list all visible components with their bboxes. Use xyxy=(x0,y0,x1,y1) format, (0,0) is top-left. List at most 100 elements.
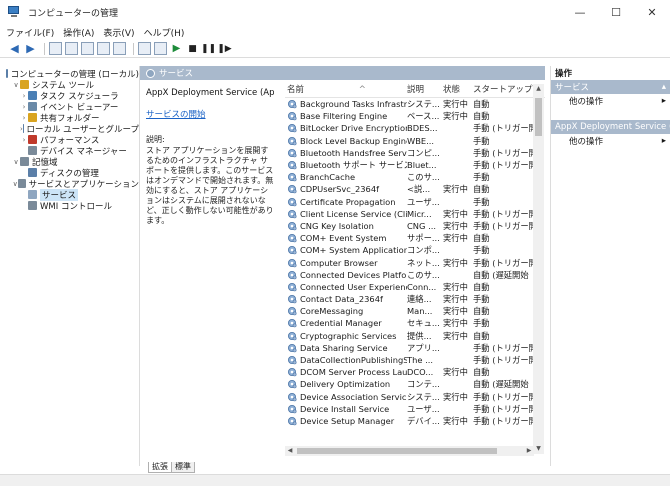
table-row[interactable]: Computer Browser ネット... 実行中 手動 (トリガー開 xyxy=(285,256,545,268)
scroll-up-icon[interactable]: ▲ xyxy=(533,84,544,94)
table-row[interactable]: COM+ System Application コンポ... 手動 xyxy=(285,244,545,256)
pause-service-icon[interactable]: ❚❚ xyxy=(201,42,216,55)
column-name[interactable]: 名前 ^ xyxy=(285,83,407,95)
export-list-icon[interactable] xyxy=(113,42,126,55)
tree-item[interactable]: › ローカル ユーザーとグループ xyxy=(0,123,139,135)
tree-item[interactable]: ∨ 記憶域 xyxy=(0,156,139,168)
tree-item[interactable]: › 共有フォルダー xyxy=(0,112,139,124)
up-folder-icon[interactable] xyxy=(49,42,62,55)
actions-group-appx[interactable]: AppX Deployment Service (... ▴ xyxy=(551,120,670,134)
table-row[interactable]: Cryptographic Services 提供... 実行中 自動 xyxy=(285,330,545,342)
tab-extended[interactable]: 拡張 xyxy=(148,462,172,473)
tree-item[interactable]: › イベント ビューアー xyxy=(0,101,139,113)
tree-item[interactable]: デバイス マネージャー xyxy=(0,145,139,157)
table-row[interactable]: CNG Key Isolation CNG ... 実行中 手動 (トリガー開 xyxy=(285,220,545,232)
table-row[interactable]: Device Association Service システ... 実行中 手動 (ト… xyxy=(285,391,545,403)
service-name-cell: Contact Data_2364f xyxy=(285,294,407,304)
close-button[interactable]: ✕ xyxy=(634,0,670,24)
service-gear-icon xyxy=(287,245,297,255)
table-row[interactable]: CoreMessaging Man... 実行中 自動 xyxy=(285,305,545,317)
collapse-icon[interactable]: ▴ xyxy=(662,82,666,92)
table-row[interactable]: Connected User Experience...Conn... 実行中自動 xyxy=(285,281,545,293)
properties-icon[interactable] xyxy=(81,42,94,55)
tree-item[interactable]: ∨ サービスとアプリケーション xyxy=(0,178,139,190)
table-row[interactable]: Background Tasks Infrastruc...システ...実行中自… xyxy=(285,98,545,110)
expand-toggle-icon[interactable]: › xyxy=(20,136,28,144)
actions-group-services[interactable]: サービス ▴ xyxy=(551,80,670,94)
expand-toggle-icon[interactable]: ∨ xyxy=(12,81,20,89)
minimize-button[interactable]: — xyxy=(562,0,598,24)
service-description-cell: BDES... xyxy=(407,123,438,134)
console-view-icon[interactable] xyxy=(154,42,167,55)
tree-item[interactable]: › パフォーマンス xyxy=(0,134,139,146)
table-row[interactable]: CDPUserSvc_2364f <説... 実行中 自動 xyxy=(285,183,545,195)
expand-toggle-icon[interactable]: › xyxy=(20,114,28,122)
tab-standard[interactable]: 標準 xyxy=(171,462,195,473)
table-row[interactable]: Client License Service (ClipS...Micr... 実… xyxy=(285,208,545,220)
column-startup-type[interactable]: スタートアップの種 xyxy=(473,83,535,95)
tree-item[interactable]: ∨ システム ツール xyxy=(0,79,139,91)
vertical-scroll-thumb[interactable] xyxy=(535,98,542,136)
expand-toggle-icon[interactable]: › xyxy=(20,92,28,100)
column-description[interactable]: 説明 xyxy=(407,83,443,95)
restart-service-icon[interactable]: ❚▶ xyxy=(217,42,231,55)
tree-item[interactable]: ディスクの管理 xyxy=(0,167,139,179)
horizontal-scrollbar[interactable]: ◀ ▶ xyxy=(285,446,534,456)
table-row[interactable]: Connected Devices Platfor... このサ... 自動 (遅延… xyxy=(285,269,545,281)
table-row[interactable]: Base Filtering Engine ベース... 実行中 自動 xyxy=(285,110,545,122)
help-icon[interactable] xyxy=(138,42,151,55)
table-row[interactable]: Certificate Propagation ユーザ... 手動 xyxy=(285,196,545,208)
table-row[interactable]: Delivery Optimization コンテ... 自動 (遅延開始 xyxy=(285,378,545,390)
table-row[interactable]: Data Sharing Service アプリ... 手動 (トリガー開 xyxy=(285,342,545,354)
menu-action[interactable]: 操作(A) xyxy=(63,26,94,39)
table-row[interactable]: DCOM Server Process Laun...DCO... 実行中自動 xyxy=(285,366,545,378)
tree-item[interactable]: サービス xyxy=(0,188,139,201)
more-actions-appx[interactable]: 他の操作 ▸ xyxy=(551,134,670,148)
table-row[interactable]: Contact Data_2364f 連絡... 実行中 手動 xyxy=(285,293,545,305)
more-actions-services[interactable]: 他の操作 ▸ xyxy=(551,94,670,108)
table-row[interactable]: Credential Manager セキュ... 実行中 手動 xyxy=(285,317,545,329)
scroll-right-icon[interactable]: ▶ xyxy=(524,446,534,456)
table-row[interactable]: Device Install Service ユーザ... 手動 (トリガー開 xyxy=(285,403,545,415)
start-service-link[interactable]: サービスの開始 xyxy=(146,108,274,120)
table-row[interactable]: Block Level Backup Engine ...WBE... 手動 xyxy=(285,135,545,147)
navigation-tree: コンピューターの管理 (ローカル) ∨ システム ツール › タスク スケジューラ › イベ… xyxy=(0,66,140,466)
expand-toggle-icon[interactable]: ∨ xyxy=(12,158,20,166)
actions-panel: 操作 サービス ▴ 他の操作 ▸ AppX Deployment Service… xyxy=(550,66,670,466)
stop-service-icon[interactable]: ■ xyxy=(186,42,199,55)
service-name: COM+ Event System xyxy=(300,233,387,244)
scroll-down-icon[interactable]: ▼ xyxy=(533,444,544,454)
tree-item[interactable]: WMI コントロール xyxy=(0,200,139,212)
show-hide-tree-icon[interactable] xyxy=(65,42,78,55)
table-row[interactable]: Device Setup Manager デバイ... 実行中 手動 (トリガー開 xyxy=(285,415,545,427)
service-description-cell: Bluet... xyxy=(407,160,437,171)
menu-help[interactable]: ヘルプ(H) xyxy=(144,26,185,39)
service-name: Connected User Experience... xyxy=(300,281,407,292)
refresh-icon[interactable] xyxy=(97,42,110,55)
table-row[interactable]: BitLocker Drive Encryption ...BDES... 手動 … xyxy=(285,122,545,134)
service-name: Device Install Service xyxy=(300,403,390,414)
expand-toggle-icon[interactable]: › xyxy=(20,103,28,111)
forward-icon[interactable]: ▶ xyxy=(24,42,37,55)
service-name: COM+ System Application xyxy=(300,245,407,256)
menu-file[interactable]: ファイル(F) xyxy=(6,26,54,39)
back-icon[interactable]: ◀ xyxy=(8,42,21,55)
service-gear-icon xyxy=(287,233,297,243)
column-state[interactable]: 状態 xyxy=(443,83,473,95)
window-controls: — ☐ ✕ xyxy=(562,0,670,24)
menu-view[interactable]: 表示(V) xyxy=(103,26,134,39)
horizontal-scroll-thumb[interactable] xyxy=(297,448,497,454)
vertical-scrollbar[interactable]: ▲ ▼ xyxy=(533,84,544,454)
table-row[interactable]: BranchCache このサ... 手動 xyxy=(285,171,545,183)
service-name-cell: BranchCache xyxy=(285,172,407,182)
table-row[interactable]: DataCollectionPublishingSe...The ... 手動 (… xyxy=(285,354,545,366)
start-service-icon[interactable]: ▶ xyxy=(170,42,183,55)
table-row[interactable]: Bluetooth Handsfree Service コンピ... 手動 (トリガ… xyxy=(285,147,545,159)
service-description-cell: セキュ... xyxy=(407,318,440,329)
maximize-button[interactable]: ☐ xyxy=(598,0,634,24)
table-row[interactable]: Bluetooth サポート サービス Bluet... 手動 (トリガー開 xyxy=(285,159,545,171)
tree-item[interactable]: › タスク スケジューラ xyxy=(0,90,139,102)
table-row[interactable]: COM+ Event System サポー... 実行中 自動 xyxy=(285,232,545,244)
tree-item[interactable]: コンピューターの管理 (ローカル) xyxy=(0,68,139,80)
scroll-left-icon[interactable]: ◀ xyxy=(285,446,295,456)
